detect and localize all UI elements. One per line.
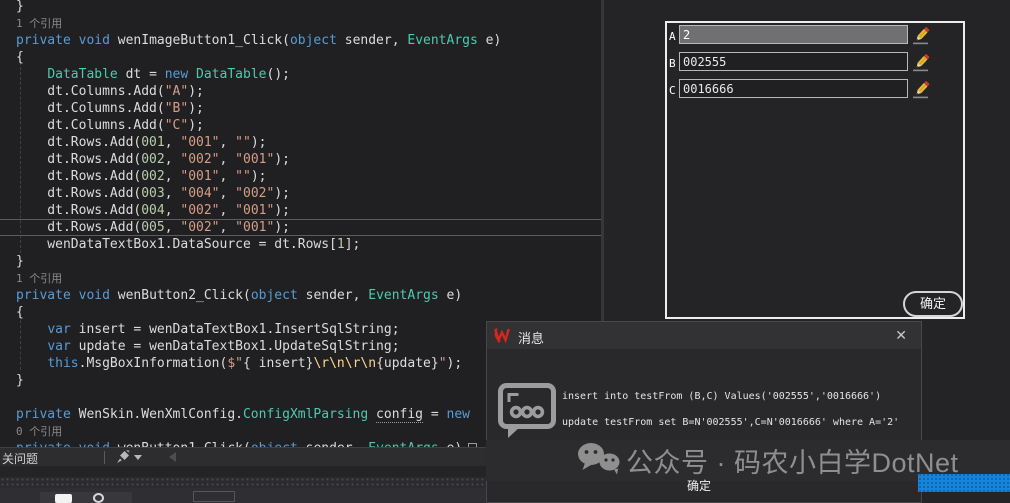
code-line[interactable]: } — [0, 253, 601, 270]
watermark-text: 公众号 · 码农小白学DotNet — [626, 441, 959, 480]
code-line[interactable]: DataTable dt = new DataTable(); — [0, 66, 601, 83]
field-label-a: A — [669, 30, 676, 43]
sql-insert-text: insert into testFrom (B,C) Values('00255… — [562, 391, 881, 402]
problems-tab-label[interactable]: 关问题 — [2, 450, 38, 467]
dialog-title: 消息 — [518, 328, 544, 347]
field-label-b: B — [669, 57, 676, 70]
field-input-a[interactable] — [679, 25, 908, 44]
code-line[interactable]: 1 个引用 — [0, 15, 601, 32]
field-input-b[interactable] — [679, 52, 908, 71]
code-line[interactable]: private void wenButton2_Click(object sen… — [0, 287, 601, 304]
statusbar-gap — [0, 466, 487, 477]
field-input-c[interactable] — [679, 79, 908, 98]
edit-pencil-icon[interactable] — [911, 25, 931, 45]
code-line[interactable]: { — [0, 49, 601, 66]
wenskin-logo-icon — [493, 326, 511, 349]
code-line[interactable]: dt.Columns.Add("B"); — [0, 100, 601, 117]
code-line[interactable]: wenDataTextBox1.DataSource = dt.Rows[1]; — [0, 236, 601, 253]
edit-pencil-icon[interactable] — [911, 52, 931, 72]
code-line[interactable]: dt.Columns.Add("C"); — [0, 117, 601, 134]
code-line[interactable]: dt.Rows.Add(001, "001", ""); — [0, 134, 601, 151]
dotted-strip — [0, 477, 487, 488]
code-line[interactable]: dt.Rows.Add(004, "002", "001"); — [0, 202, 601, 219]
wechat-icon — [576, 441, 622, 480]
sql-update-text: update testFrom set B=N'002555',C=N'0016… — [562, 417, 899, 428]
dialog-titlebar[interactable]: 消息 ✕ — [487, 322, 921, 349]
dropdown-arrow-icon[interactable] — [134, 455, 142, 460]
edit-pencil-icon[interactable] — [911, 79, 931, 99]
toolbar-separator — [104, 451, 105, 464]
screen: }1 个引用private void wenImageButton1_Click… — [0, 0, 1010, 503]
problems-bar: 关问题 — [0, 447, 487, 466]
code-line[interactable]: { — [0, 304, 601, 321]
message-bubble-icon — [497, 382, 557, 445]
toolbar-input-box[interactable] — [193, 491, 235, 502]
bottom-toolbar — [0, 488, 487, 503]
code-line[interactable]: dt.Rows.Add(003, "004", "002"); — [0, 185, 601, 202]
watermark: 公众号 · 码农小白学DotNet — [576, 441, 959, 480]
search-pill[interactable] — [55, 494, 72, 503]
code-line[interactable]: dt.Columns.Add("A"); — [0, 83, 601, 100]
close-icon[interactable]: ✕ — [895, 327, 907, 344]
field-label-c: C — [669, 84, 676, 97]
code-line[interactable]: private void wenImageButton1_Click(objec… — [0, 32, 601, 49]
magnifier-icon[interactable] — [93, 493, 104, 503]
clear-broom-icon[interactable] — [116, 450, 130, 467]
code-line[interactable]: dt.Rows.Add(002, "001", ""); — [0, 168, 601, 185]
code-line[interactable]: dt.Rows.Add(002, "002", "001"); — [0, 151, 601, 168]
back-arrow-icon[interactable] — [169, 452, 176, 462]
code-line[interactable]: 1 个引用 — [0, 270, 601, 287]
toolbar-segment — [40, 492, 132, 503]
code-line[interactable]: } — [0, 0, 601, 15]
panel-ok-button[interactable]: 确定 — [903, 291, 963, 317]
code-line[interactable]: dt.Rows.Add(005, "002", "001"); — [0, 219, 601, 236]
